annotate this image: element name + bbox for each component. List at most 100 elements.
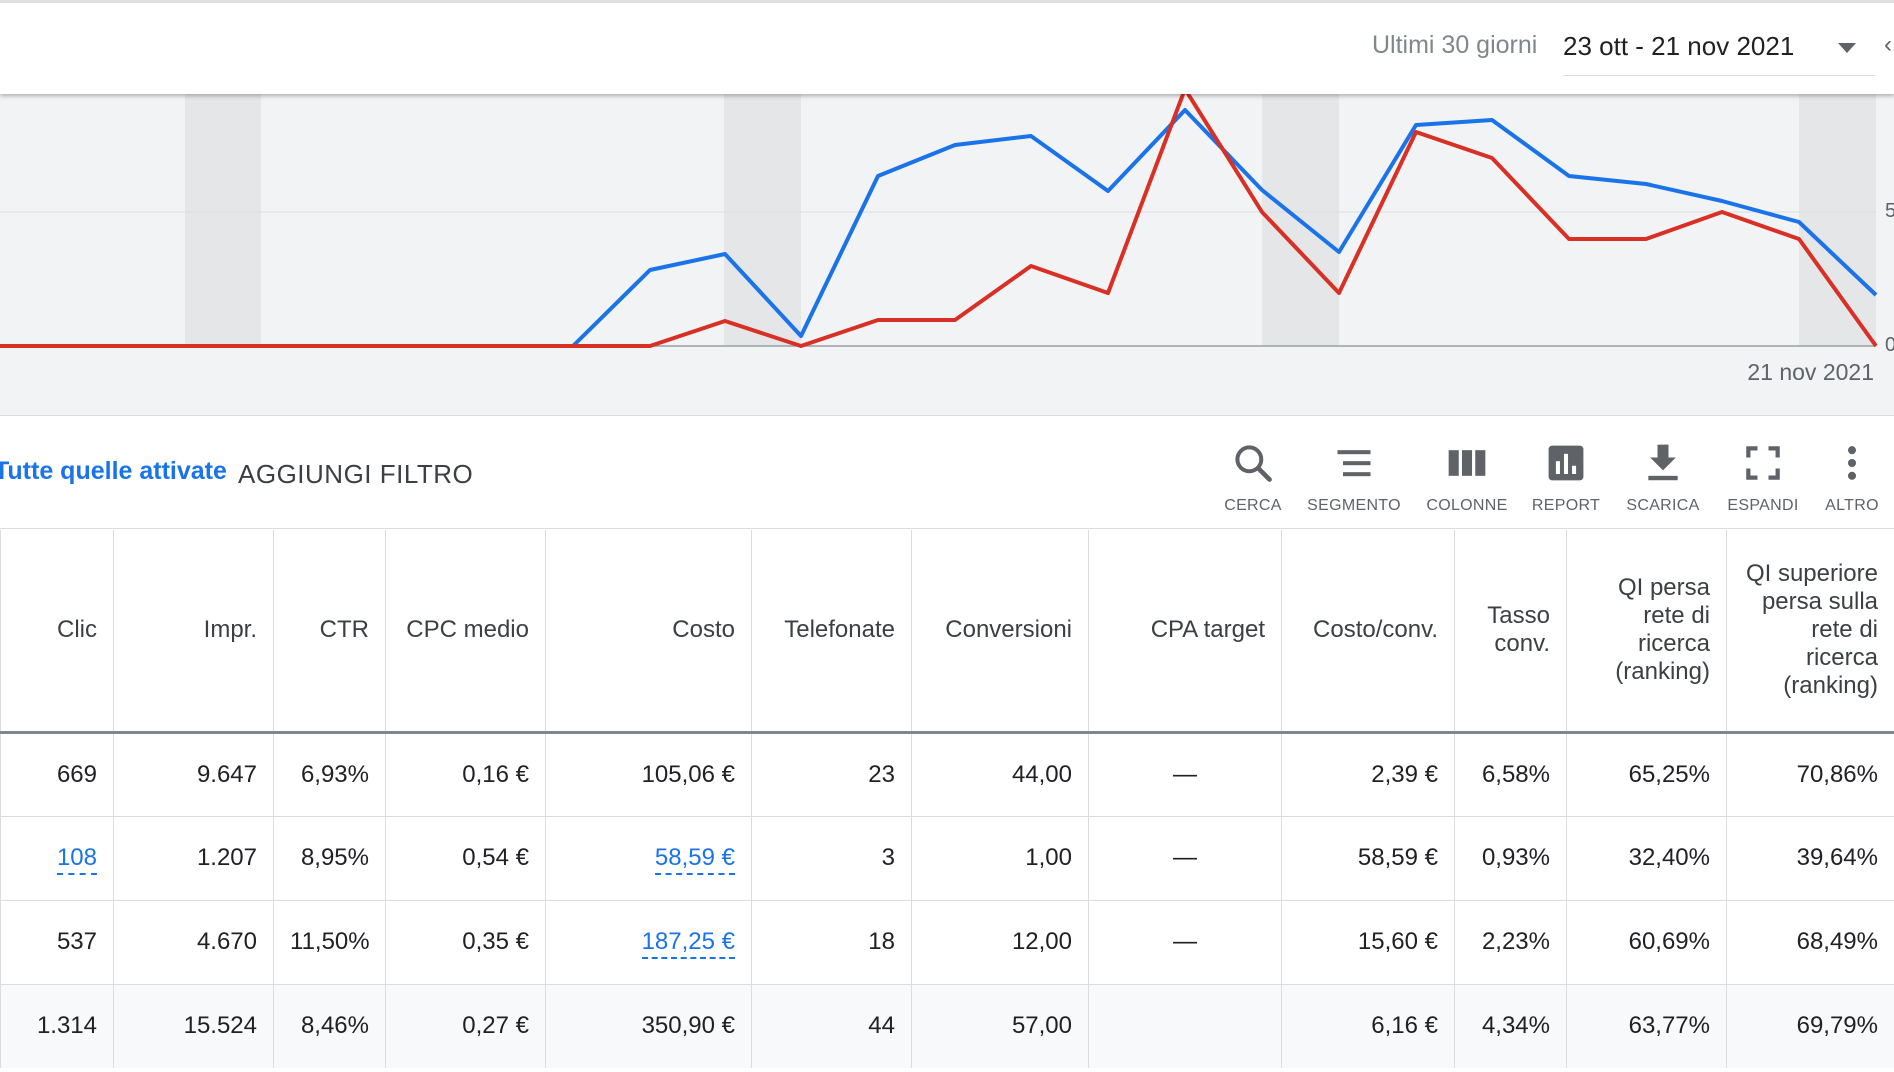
column-header-cost[interactable]: Costo xyxy=(545,530,752,734)
columns-icon xyxy=(1448,450,1486,476)
cell-lost-is-rank: 60,69% xyxy=(1566,900,1727,985)
chevron-left-icon[interactable]: ‹ xyxy=(1884,31,1892,59)
cost-link[interactable]: 187,25 € xyxy=(641,928,735,959)
cell-lost-top-is-rank: 39,64% xyxy=(1726,816,1894,901)
stats-table-container: Clic Impr. CTR CPC medio Costo Telefonat… xyxy=(0,530,1894,1072)
performance-chart: 5 0 21 nov 2021 xyxy=(0,94,1894,416)
y-axis-tick: 5 xyxy=(1885,200,1894,222)
download-label: SCARICA xyxy=(1626,497,1700,514)
total-target-cpa xyxy=(1088,984,1282,1068)
segment-label: SEGMENTO xyxy=(1307,497,1401,514)
column-header-target-cpa[interactable]: CPA target xyxy=(1088,530,1282,734)
weekend-band xyxy=(185,94,261,346)
cell-target-cpa: — xyxy=(1088,732,1282,817)
report-button[interactable]: REPORT xyxy=(1511,441,1621,515)
total-conv-rate: 4,34% xyxy=(1454,984,1567,1068)
search-button[interactable]: CERCA xyxy=(1198,441,1308,515)
column-header-conv-rate[interactable]: Tasso conv. xyxy=(1454,530,1567,734)
column-header-clicks[interactable]: Clic xyxy=(0,530,114,734)
cell-clicks: 669 xyxy=(0,732,114,817)
table-total-row: 1.314 15.524 8,46% 0,27 € 350,90 € 44 57… xyxy=(0,984,1894,1068)
y-axis-tick: 0 xyxy=(1885,334,1894,356)
columns-button[interactable]: COLONNE xyxy=(1412,441,1522,515)
column-header-ctr[interactable]: CTR xyxy=(273,530,386,734)
cell-lost-is-rank: 65,25% xyxy=(1566,732,1727,817)
column-header-lost-is-rank[interactable]: QI persa rete di ricerca (ranking) xyxy=(1566,530,1727,734)
column-header-avg-cpc[interactable]: CPC medio xyxy=(385,530,546,734)
cell-avg-cpc: 0,54 € xyxy=(385,816,546,901)
cell-cost[interactable]: 187,25 € xyxy=(545,900,752,985)
cell-cost-per-conv: 2,39 € xyxy=(1281,732,1455,817)
cell-ctr: 8,95% xyxy=(273,816,386,901)
weekend-band xyxy=(724,94,801,346)
segment-icon xyxy=(1337,450,1371,477)
cell-ctr: 6,93% xyxy=(273,732,386,817)
total-clicks: 1.314 xyxy=(0,984,114,1068)
cell-target-cpa: — xyxy=(1088,900,1282,985)
column-header-conversions[interactable]: Conversioni xyxy=(911,530,1089,734)
column-header-impressions[interactable]: Impr. xyxy=(113,530,274,734)
cell-impressions: 9.647 xyxy=(113,732,274,817)
table-toolbar: Tutte quelle attivate AGGIUNGI FILTRO CE… xyxy=(0,417,1894,529)
cell-conversions: 44,00 xyxy=(911,732,1089,817)
more-button[interactable]: ALTRO xyxy=(1797,441,1894,515)
fullscreen-icon xyxy=(1746,446,1780,480)
cell-conversions: 1,00 xyxy=(911,816,1089,901)
stats-table: Clic Impr. CTR CPC medio Costo Telefonat… xyxy=(0,530,1894,1068)
table-row: 669 9.647 6,93% 0,16 € 105,06 € 23 44,00… xyxy=(0,732,1894,817)
column-header-cost-per-conv[interactable]: Costo/conv. xyxy=(1281,530,1455,734)
cell-calls: 23 xyxy=(751,732,912,817)
cell-lost-is-rank: 32,40% xyxy=(1566,816,1727,901)
cell-cost-per-conv: 58,59 € xyxy=(1281,816,1455,901)
search-label: CERCA xyxy=(1224,497,1282,514)
report-icon xyxy=(1548,445,1584,481)
conversions-line xyxy=(0,94,1878,348)
search-icon xyxy=(1235,445,1272,482)
total-impressions: 15.524 xyxy=(113,984,274,1068)
total-lost-top-is-rank: 69,79% xyxy=(1726,984,1894,1068)
report-label: REPORT xyxy=(1531,497,1601,514)
total-calls: 44 xyxy=(751,984,912,1068)
date-range-bar: Ultimi 30 giorni 23 ott - 21 nov 2021 ‹ xyxy=(0,0,1894,94)
cell-clicks[interactable]: 108 xyxy=(0,816,114,901)
cost-link[interactable]: 58,59 € xyxy=(654,844,735,875)
cell-impressions: 1.207 xyxy=(113,816,274,901)
chart-svg xyxy=(0,94,1878,348)
segment-button[interactable]: SEGMENTO xyxy=(1299,441,1409,515)
more-vert-icon xyxy=(1847,446,1857,480)
total-avg-cpc: 0,27 € xyxy=(385,984,546,1068)
cell-lost-top-is-rank: 70,86% xyxy=(1726,732,1894,817)
clicks-link[interactable]: 108 xyxy=(56,844,97,875)
more-label: ALTRO xyxy=(1825,497,1879,514)
cell-ctr: 11,50% xyxy=(273,900,386,985)
cell-impressions: 4.670 xyxy=(113,900,274,985)
weekend-band xyxy=(1799,94,1876,346)
date-range-selector[interactable]: 23 ott - 21 nov 2021 xyxy=(1563,31,1794,62)
active-filter-link[interactable]: Tutte quelle attivate xyxy=(0,457,227,486)
table-row: 108 1.207 8,95% 0,54 € 58,59 € 3 1,00 — … xyxy=(0,816,1894,901)
total-lost-is-rank: 63,77% xyxy=(1566,984,1727,1068)
cell-clicks: 537 xyxy=(0,900,114,985)
chevron-down-icon[interactable] xyxy=(1838,43,1856,53)
cell-avg-cpc: 0,35 € xyxy=(385,900,546,985)
total-cost-per-conv: 6,16 € xyxy=(1281,984,1455,1068)
download-button[interactable]: SCARICA xyxy=(1608,441,1718,515)
total-cost: 350,90 € xyxy=(545,984,752,1068)
add-filter-button[interactable]: AGGIUNGI FILTRO xyxy=(238,459,473,490)
table-header-row: Clic Impr. CTR CPC medio Costo Telefonat… xyxy=(0,530,1894,734)
cell-cost: 105,06 € xyxy=(545,732,752,817)
cell-calls: 3 xyxy=(751,816,912,901)
cell-avg-cpc: 0,16 € xyxy=(385,732,546,817)
cell-conv-rate: 2,23% xyxy=(1454,900,1567,985)
date-range-underline xyxy=(1563,75,1875,76)
cell-conv-rate: 6,58% xyxy=(1454,732,1567,817)
clicks-line xyxy=(0,108,1878,348)
cell-cost[interactable]: 58,59 € xyxy=(545,816,752,901)
column-header-lost-top-is-rank[interactable]: QI superiore persa sulla rete di ricerca… xyxy=(1726,530,1894,734)
total-ctr: 8,46% xyxy=(273,984,386,1068)
total-conversions: 57,00 xyxy=(911,984,1089,1068)
cell-conv-rate: 0,93% xyxy=(1454,816,1567,901)
column-header-calls[interactable]: Telefonate xyxy=(751,530,912,734)
cell-lost-top-is-rank: 68,49% xyxy=(1726,900,1894,985)
cell-calls: 18 xyxy=(751,900,912,985)
